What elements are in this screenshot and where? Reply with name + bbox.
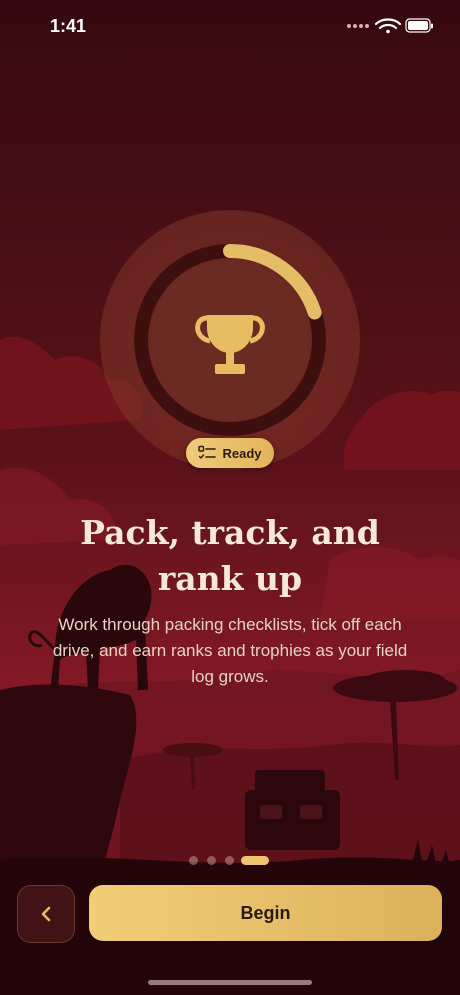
checklist-icon — [198, 445, 217, 460]
page-dot-2[interactable] — [207, 856, 216, 865]
status-icons — [347, 18, 433, 34]
page-title-line-2: rank up — [157, 559, 303, 598]
page-title-line-1: Pack, track, and — [80, 513, 380, 552]
badge-label: Ready — [222, 445, 262, 461]
page-dot-4-active[interactable] — [241, 856, 269, 865]
progress-ring — [100, 210, 360, 470]
cellular-dots-icon — [347, 24, 369, 28]
description: Work through packing checklists, tick of… — [52, 615, 408, 686]
chevron-left-icon — [41, 906, 51, 922]
status-time: 1:41 — [50, 16, 87, 36]
battery-icon — [405, 18, 433, 33]
begin-button[interactable]: Begin — [89, 885, 442, 941]
status-bar: 1:41 — [0, 0, 460, 54]
safari-background-illustration — [0, 0, 460, 995]
page-indicator — [189, 855, 271, 865]
begin-button-label: Begin — [240, 902, 291, 923]
status-badge: Ready — [186, 438, 274, 468]
back-button[interactable] — [17, 885, 75, 943]
page-dot-1[interactable] — [189, 856, 198, 865]
wifi-icon — [374, 18, 402, 34]
home-indicator[interactable] — [148, 980, 312, 985]
page-title: Pack, track, and rank up — [40, 510, 420, 602]
page-dot-3[interactable] — [225, 856, 234, 865]
